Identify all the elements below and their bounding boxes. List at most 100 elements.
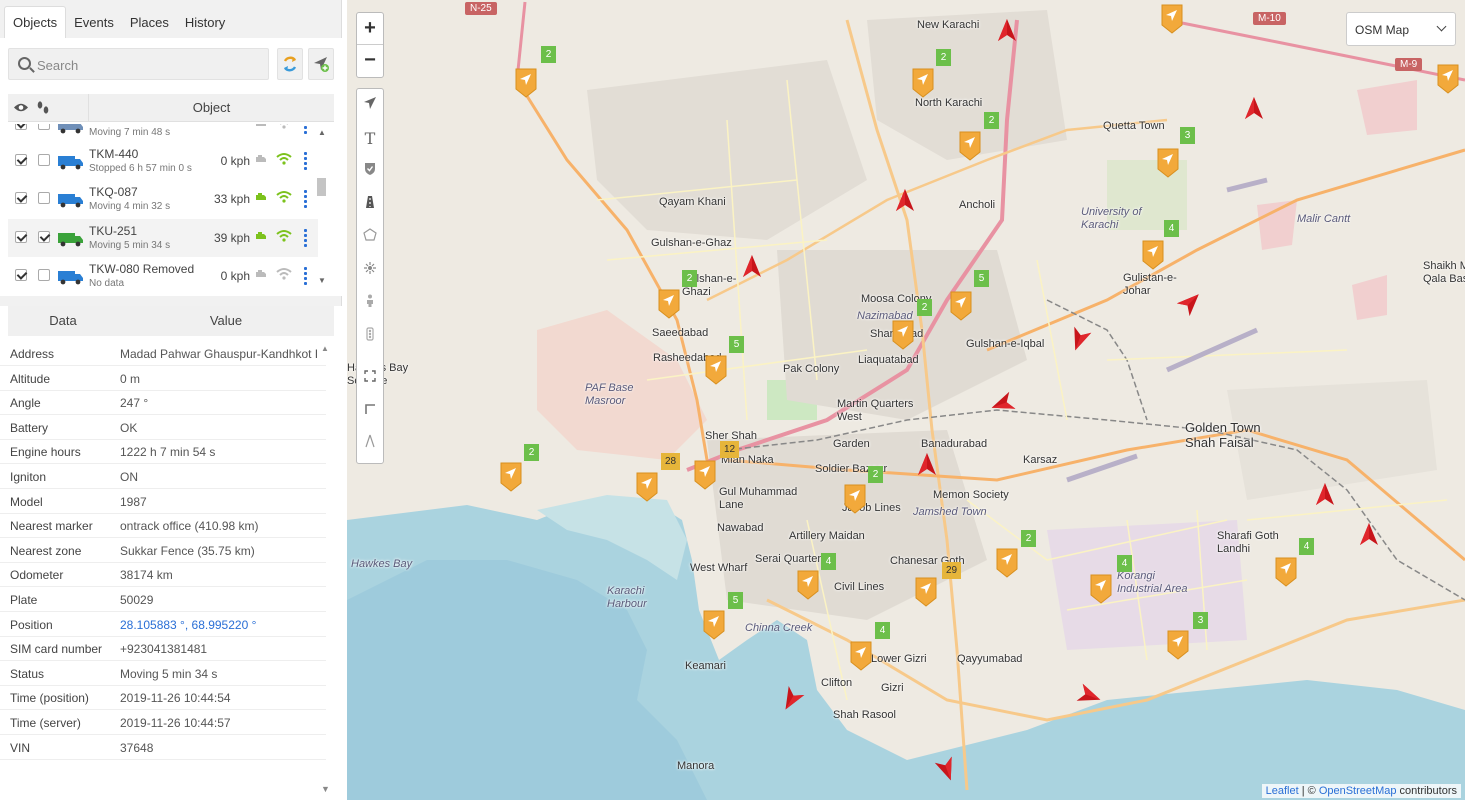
vehicle-pin-icon[interactable] xyxy=(797,570,819,600)
area-measure-tool[interactable] xyxy=(357,427,383,460)
vehicle-pin-icon[interactable] xyxy=(1142,240,1164,270)
cluster-marker[interactable]: 2 xyxy=(984,112,999,129)
object-row[interactable]: TKU-251 Moving 5 min 34 s 39 kph xyxy=(8,219,318,257)
cluster-marker[interactable]: 4 xyxy=(1164,220,1179,237)
object-menu-icon[interactable] xyxy=(304,152,308,172)
search-input[interactable] xyxy=(37,55,257,75)
map-layer-select[interactable]: OSM Map xyxy=(1346,12,1456,46)
visible-checkbox[interactable] xyxy=(15,124,27,130)
cluster-marker[interactable]: 2 xyxy=(936,49,951,66)
vehicle-pin-icon[interactable] xyxy=(1157,148,1179,178)
direction-arrow-icon[interactable] xyxy=(1359,522,1379,546)
vehicle-pin-icon[interactable] xyxy=(636,472,658,502)
object-menu-icon[interactable] xyxy=(304,229,308,249)
vehicle-pin-icon[interactable] xyxy=(500,462,522,492)
clusters-tool[interactable] xyxy=(357,254,383,287)
vehicle-pin-icon[interactable] xyxy=(703,610,725,640)
vehicle-pin-icon[interactable] xyxy=(959,131,981,161)
street-view-tool[interactable] xyxy=(357,287,383,320)
ruler-tool[interactable] xyxy=(357,394,383,427)
vehicle-pin-icon[interactable] xyxy=(892,320,914,350)
cluster-marker[interactable]: 2 xyxy=(541,46,556,63)
eye-icon[interactable] xyxy=(13,102,29,113)
direction-arrow-icon[interactable] xyxy=(1244,96,1264,120)
add-object-button[interactable] xyxy=(308,48,334,80)
vehicle-pin-icon[interactable] xyxy=(844,484,866,514)
cluster-marker[interactable]: 12 xyxy=(720,441,739,458)
zoom-out-button[interactable]: − xyxy=(357,45,383,77)
vehicle-pin-icon[interactable] xyxy=(705,355,727,385)
follow-checkbox[interactable] xyxy=(38,269,50,281)
cluster-marker[interactable]: 2 xyxy=(682,270,697,287)
vehicle-pin-icon[interactable] xyxy=(912,68,934,98)
cluster-marker[interactable]: 2 xyxy=(1021,530,1036,547)
cluster-marker[interactable]: 3 xyxy=(1180,127,1195,144)
scroll-up-arrow[interactable]: ▲ xyxy=(318,128,326,137)
traffic-tool[interactable] xyxy=(357,320,383,353)
markers-tool[interactable] xyxy=(357,155,383,188)
direction-arrow-icon[interactable] xyxy=(1315,482,1335,506)
vehicle-pin-icon[interactable] xyxy=(950,291,972,321)
vehicle-pin-icon[interactable] xyxy=(1161,4,1183,34)
cluster-marker[interactable]: 2 xyxy=(917,299,932,316)
cluster-marker[interactable]: 29 xyxy=(942,562,961,579)
footprints-icon[interactable] xyxy=(36,100,50,116)
cluster-marker[interactable]: 3 xyxy=(1193,612,1208,629)
details-scroll-up-arrow[interactable]: ▲ xyxy=(321,344,329,353)
vehicle-pin-icon[interactable] xyxy=(694,460,716,490)
follow-checkbox[interactable] xyxy=(38,124,50,130)
visible-checkbox[interactable] xyxy=(15,154,27,166)
zoom-in-button[interactable]: + xyxy=(357,13,383,45)
vehicle-pin-icon[interactable] xyxy=(1090,574,1112,604)
vehicle-pin-icon[interactable] xyxy=(850,641,872,671)
cluster-marker[interactable]: 5 xyxy=(974,270,989,287)
scroll-down-arrow[interactable]: ▼ xyxy=(318,276,326,285)
cluster-marker[interactable]: 4 xyxy=(875,622,890,639)
direction-arrow-icon[interactable] xyxy=(742,254,762,278)
show-objects-tool[interactable] xyxy=(357,89,383,122)
details-scroll-down-arrow[interactable]: ▼ xyxy=(321,784,330,794)
cluster-marker[interactable]: 4 xyxy=(1117,555,1132,572)
object-menu-icon[interactable] xyxy=(304,190,308,210)
openstreetmap-link[interactable]: OpenStreetMap xyxy=(1319,785,1397,797)
direction-arrow-icon[interactable] xyxy=(895,188,915,212)
details-value[interactable]: 28.105883 °, 68.995220 ° xyxy=(120,618,318,632)
object-row[interactable]: Moving 7 min 48 s xyxy=(8,124,318,144)
tab-history[interactable]: History xyxy=(177,7,233,38)
tab-objects[interactable]: Objects xyxy=(4,6,67,38)
labels-tool[interactable]: T xyxy=(357,122,383,155)
object-row[interactable]: TKW-080 Removed No data 0 kph xyxy=(8,257,318,294)
map-view[interactable]: New Karachi North Karachi Quetta Town Qayam… xyxy=(347,0,1465,800)
visible-checkbox[interactable] xyxy=(15,269,27,281)
cluster-marker[interactable]: 5 xyxy=(728,592,743,609)
cluster-marker[interactable]: 4 xyxy=(821,553,836,570)
visible-checkbox[interactable] xyxy=(15,231,27,243)
cluster-marker[interactable]: 4 xyxy=(1299,538,1314,555)
zones-tool[interactable] xyxy=(357,221,383,254)
vehicle-pin-icon[interactable] xyxy=(1167,630,1189,660)
cluster-marker[interactable]: 5 xyxy=(729,336,744,353)
routes-tool[interactable] xyxy=(357,188,383,221)
vehicle-pin-icon[interactable] xyxy=(1275,557,1297,587)
fullscreen-tool[interactable] xyxy=(357,361,383,394)
object-menu-icon[interactable] xyxy=(304,267,308,287)
object-menu-icon[interactable] xyxy=(304,124,308,136)
scroll-thumb[interactable] xyxy=(317,178,326,196)
reload-button[interactable] xyxy=(277,48,303,80)
visible-checkbox[interactable] xyxy=(15,192,27,204)
follow-checkbox[interactable] xyxy=(38,231,50,243)
vehicle-pin-icon[interactable] xyxy=(996,548,1018,578)
leaflet-link[interactable]: Leaflet xyxy=(1266,785,1299,797)
cluster-marker[interactable]: 2 xyxy=(868,466,883,483)
follow-checkbox[interactable] xyxy=(38,154,50,166)
cluster-marker[interactable]: 2 xyxy=(524,444,539,461)
vehicle-pin-icon[interactable] xyxy=(515,68,537,98)
object-list-scrollbar[interactable]: ▲ ▼ xyxy=(316,128,326,286)
tab-places[interactable]: Places xyxy=(122,7,177,38)
cluster-marker[interactable]: 28 xyxy=(661,453,680,470)
direction-arrow-icon[interactable] xyxy=(997,18,1017,42)
object-row[interactable]: TKM-440 Stopped 6 h 57 min 0 s 0 kph xyxy=(8,142,318,180)
tab-events[interactable]: Events xyxy=(66,7,122,38)
vehicle-pin-icon[interactable] xyxy=(915,577,937,607)
object-row[interactable]: TKQ-087 Moving 4 min 32 s 33 kph xyxy=(8,180,318,218)
